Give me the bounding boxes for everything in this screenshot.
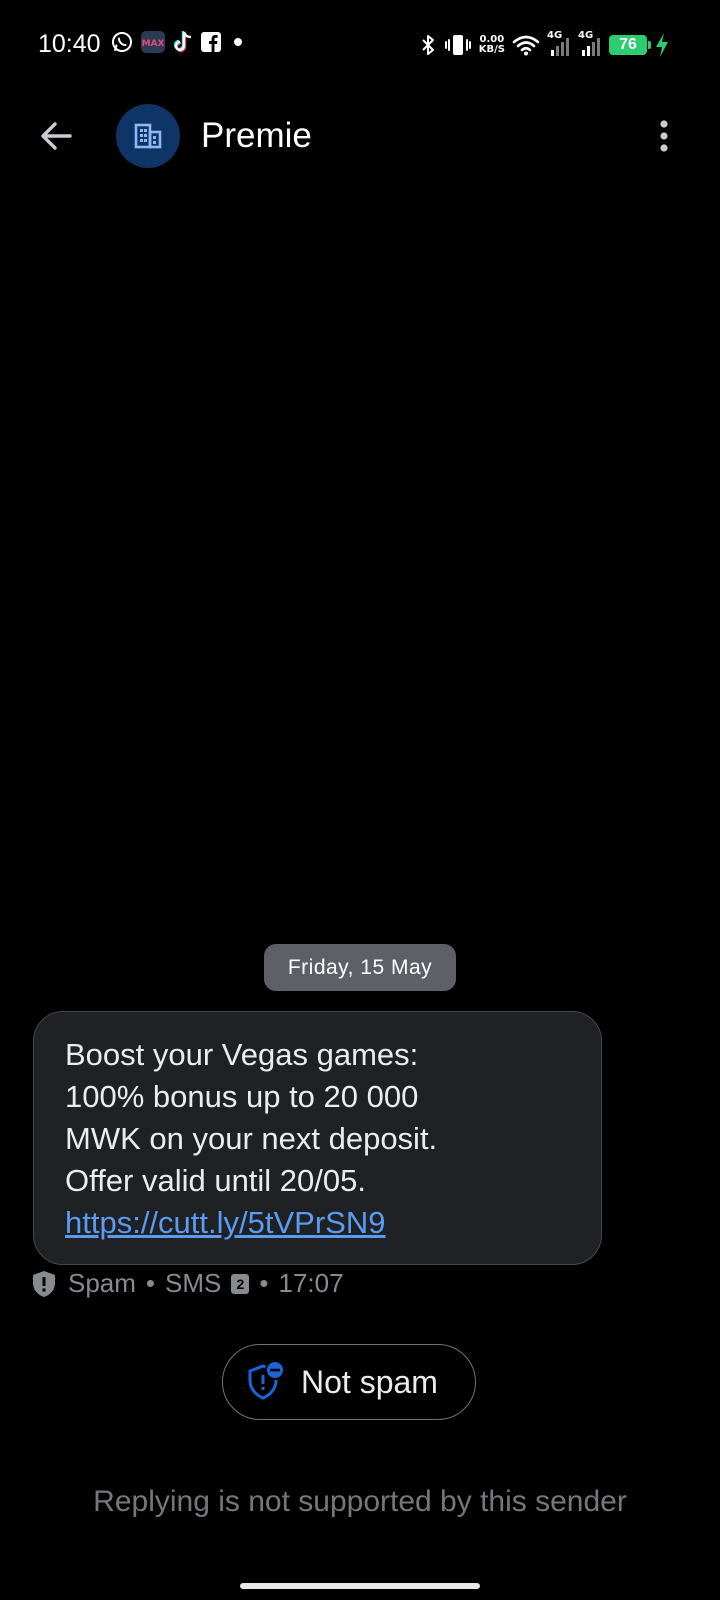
more-notifications-dot bbox=[234, 38, 242, 46]
notification-icons: MAX bbox=[110, 30, 242, 54]
gesture-home-indicator[interactable] bbox=[240, 1583, 480, 1589]
sim-slot-badge: 2 bbox=[231, 1273, 250, 1294]
not-spam-label: Not spam bbox=[301, 1363, 438, 1400]
network-speed: 0.00 KB/S bbox=[479, 35, 505, 55]
signal-icon bbox=[582, 38, 600, 56]
status-time: 10:40 bbox=[38, 30, 101, 58]
signal-icon bbox=[551, 38, 569, 56]
system-icons: 0.00 KB/S 4G 4G 76 bbox=[419, 30, 670, 58]
message-link[interactable]: https://cutt.ly/5tVPrSN9 bbox=[65, 1202, 579, 1244]
date-divider: Friday, 15 May bbox=[264, 944, 456, 991]
contact-avatar[interactable] bbox=[116, 104, 180, 168]
message-time: 17:07 bbox=[278, 1268, 344, 1298]
more-vert-icon bbox=[660, 120, 668, 152]
battery-indicator: 76 bbox=[609, 35, 651, 55]
sim2-signal: 4G bbox=[578, 30, 602, 58]
meta-separator: • bbox=[145, 1268, 156, 1298]
not-spam-button[interactable]: Not spam bbox=[222, 1344, 476, 1420]
shield-remove-icon bbox=[248, 1360, 285, 1400]
whatsapp-icon bbox=[112, 32, 132, 52]
meta-separator: • bbox=[259, 1268, 269, 1298]
reply-not-supported-note: Replying is not supported by this sender bbox=[93, 1485, 627, 1518]
spam-shield-icon bbox=[33, 1270, 55, 1297]
spam-label: Spam bbox=[68, 1268, 136, 1298]
facebook-icon bbox=[201, 32, 221, 52]
message-text-line: Offer valid until 20/05. bbox=[65, 1163, 366, 1198]
bluetooth-icon bbox=[422, 35, 434, 55]
app-max-icon: MAX bbox=[141, 31, 165, 53]
vibrate-icon bbox=[444, 35, 471, 55]
message-text-line: 100% bonus up to 20 000 bbox=[65, 1079, 419, 1114]
conversation-app-bar: Premie bbox=[0, 96, 720, 176]
message-meta: Spam • SMS 2 • 17:07 bbox=[30, 1268, 344, 1299]
more-options-button[interactable] bbox=[640, 112, 688, 160]
business-building-icon bbox=[134, 123, 162, 149]
sim1-signal: 4G bbox=[547, 30, 571, 58]
contact-name[interactable]: Premie bbox=[201, 116, 312, 156]
message-text-line: Boost your Vegas games: bbox=[65, 1037, 419, 1072]
wifi-icon bbox=[512, 35, 540, 56]
network-speed-unit: KB/S bbox=[478, 44, 505, 55]
arrow-back-icon bbox=[41, 122, 72, 150]
svg-text:MAX: MAX bbox=[142, 39, 165, 49]
tiktok-icon bbox=[173, 31, 192, 53]
message-text-line: MWK on your next deposit. bbox=[65, 1121, 438, 1156]
charging-bolt-icon bbox=[656, 33, 668, 57]
channel-label: SMS bbox=[165, 1268, 222, 1298]
back-button[interactable] bbox=[32, 112, 80, 160]
status-bar: 10:40 MAX 0.00 KB/S 4G 4G 76 bbox=[0, 0, 720, 90]
message-bubble[interactable]: Boost your Vegas games: 100% bonus up to… bbox=[33, 1011, 602, 1265]
